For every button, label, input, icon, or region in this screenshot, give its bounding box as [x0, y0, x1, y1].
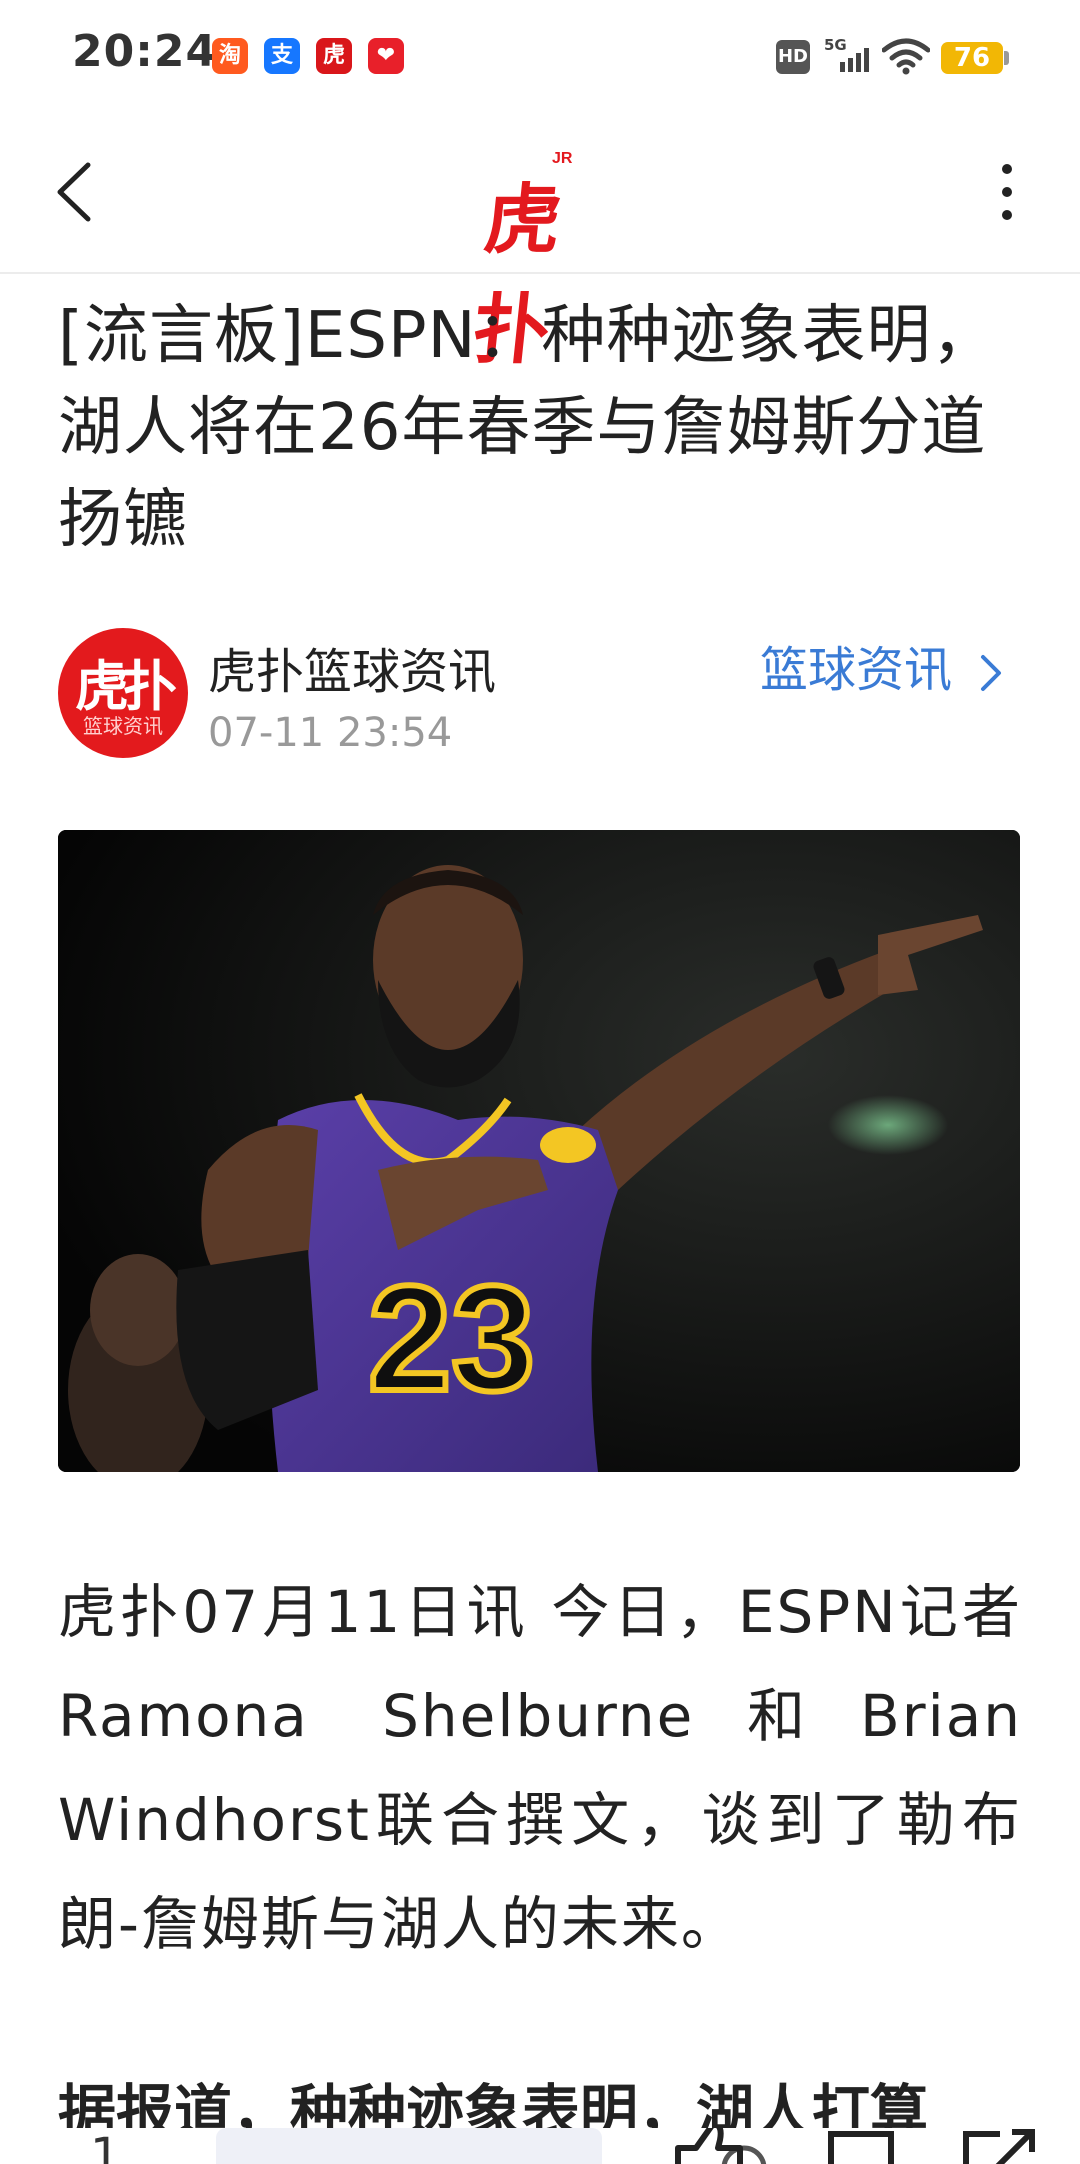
bottom-toolbar: 1 [0, 2128, 1080, 2164]
article-title: [流言板]ESPN：种种迹象表明，湖人将在26年春季与詹姆斯分道扬镳 [58, 299, 997, 557]
hupu-logo: JR 虎扑 [469, 146, 600, 374]
share-icon[interactable] [960, 2128, 1040, 2164]
author-avatar[interactable]: 虎扑 篮球资讯 [58, 628, 188, 758]
alipay-icon: 支 [264, 38, 300, 74]
network-label: 5G [824, 36, 847, 54]
comment-input[interactable] [216, 2128, 767, 2164]
status-bar: 20:24 淘 支 虎 ❤ HD 5G 76 [0, 0, 1080, 112]
back-arrow-icon[interactable] [50, 157, 100, 227]
more-options-icon[interactable] [992, 157, 1022, 227]
battery-tip [1004, 51, 1009, 65]
jersey-number: 23 [368, 1254, 535, 1422]
basketball-player-photo: 23 [58, 830, 1020, 1472]
avatar-subtext: 篮球资讯 [83, 714, 163, 738]
hd-badge: HD [776, 40, 810, 74]
publish-time: 07-11 23:54 [208, 710, 453, 756]
like-icon[interactable] [668, 2128, 748, 2164]
cellular-signal-icon: 5G [824, 36, 869, 72]
category-label: 篮球资讯 [760, 642, 953, 698]
battery-level: 76 [941, 42, 1003, 74]
nav-bar: JR 虎扑 [0, 112, 1080, 374]
app-red-icon: ❤ [368, 38, 404, 74]
favorite-icon[interactable] [825, 2128, 897, 2164]
page-number[interactable]: 1 [90, 2128, 121, 2164]
article-body-paragraph: 虎扑07月11日讯 今日，ESPN记者Ramona Shelburne和Bria… [58, 1578, 1022, 1958]
author-name[interactable]: 虎扑篮球资讯 [208, 632, 496, 702]
screen: 20:24 淘 支 虎 ❤ HD 5G 76 JR 虎扑 [流言板]ESPN：种… [0, 0, 1080, 2164]
chevron-right-icon [981, 655, 1002, 691]
category-link[interactable]: 篮球资讯 [760, 630, 1005, 698]
taobao-icon: 淘 [212, 38, 248, 74]
status-time: 20:24 [72, 26, 218, 77]
article-hero-image[interactable]: 23 [58, 830, 1020, 1472]
wifi-icon [882, 38, 930, 75]
hupu-icon: 虎 [316, 38, 352, 74]
